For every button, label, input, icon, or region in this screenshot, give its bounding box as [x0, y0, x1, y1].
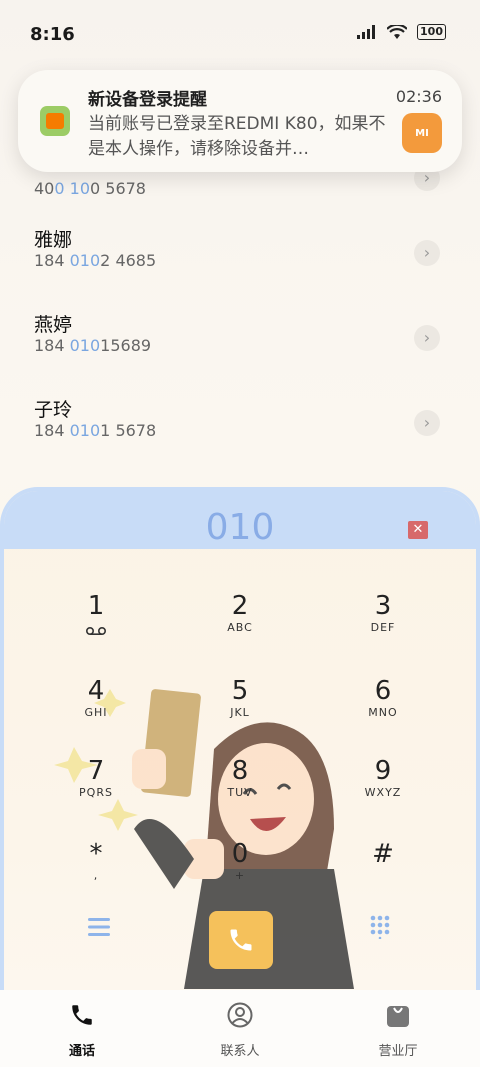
- call-button[interactable]: [209, 911, 273, 969]
- key-5[interactable]: 5 JKL: [180, 676, 300, 746]
- tab-label: 营业厅: [378, 1044, 418, 1059]
- key-1[interactable]: 1: [36, 591, 156, 661]
- chevron-right-icon[interactable]: ›: [414, 410, 440, 436]
- status-bar: 8:16 100: [0, 0, 480, 66]
- chevron-right-icon[interactable]: ›: [414, 240, 440, 266]
- key-4[interactable]: 4 GHI: [36, 676, 156, 746]
- contact-number: 400 100 5678: [34, 179, 146, 198]
- contact-row[interactable]: 雅娜 184 0102 4685 ›: [0, 215, 480, 300]
- key-9[interactable]: 9 WXYZ: [323, 756, 443, 826]
- key-7[interactable]: 7 PQRS: [36, 756, 156, 826]
- wifi-icon: [387, 24, 408, 39]
- contacts-icon: [227, 1002, 253, 1028]
- key-3[interactable]: 3 DEF: [323, 591, 443, 661]
- tab-contacts[interactable]: 联系人: [190, 1002, 290, 1059]
- contact-name: 子玲: [34, 399, 73, 421]
- key-0[interactable]: 0 +: [180, 839, 300, 909]
- dial-input[interactable]: 010: [4, 507, 476, 548]
- tab-label: 通话: [68, 1044, 95, 1059]
- contact-number: 184 0102 4685: [34, 251, 157, 270]
- store-icon: [387, 1006, 409, 1027]
- voicemail-icon: [85, 626, 107, 636]
- contact-name: 雅娜: [34, 229, 73, 251]
- delete-icon[interactable]: ✕: [408, 521, 428, 539]
- notification-body: 当前账号已登录至REDMI K80，如果不是本人操作，请移除设备并…: [88, 114, 386, 159]
- notification-time: 02:36: [395, 87, 442, 106]
- contact-list: 400 100 5678 › 雅娜 184 0102 4685 › 燕婷 184…: [0, 165, 480, 470]
- dialpad: 010 ✕ 1 2 ABC 3 DEF 4 GHI 5 JKL 6 MNO 7 …: [0, 487, 480, 990]
- key-star[interactable]: * ,: [36, 839, 156, 909]
- phone-icon: [72, 1005, 92, 1025]
- signal-icon: [357, 25, 376, 39]
- key-2[interactable]: 2 ABC: [180, 591, 300, 661]
- phone-icon: [230, 929, 252, 951]
- contact-number: 184 01015689: [34, 336, 152, 355]
- contact-row[interactable]: 400 100 5678 ›: [0, 165, 480, 215]
- notification-banner[interactable]: 新设备登录提醒 当前账号已登录至REDMI K80，如果不是本人操作，请移除设备…: [18, 70, 462, 172]
- key-6[interactable]: 6 MNO: [323, 676, 443, 746]
- bottom-nav: 通话 联系人 营业厅: [0, 990, 480, 1067]
- key-8[interactable]: 8 TUV: [180, 756, 300, 826]
- contact-row[interactable]: 子玲 184 0101 5678 ›: [0, 385, 480, 470]
- keypad-icon[interactable]: [370, 915, 390, 939]
- tab-calls[interactable]: 通话: [32, 1002, 132, 1059]
- key-hash[interactable]: #: [323, 839, 443, 909]
- status-time: 8:16: [30, 24, 75, 45]
- chevron-right-icon[interactable]: ›: [414, 325, 440, 351]
- tab-label: 联系人: [220, 1044, 260, 1059]
- battery-indicator: 100: [417, 24, 446, 40]
- status-icons: 100: [357, 24, 446, 40]
- menu-icon[interactable]: [88, 918, 110, 936]
- tab-store[interactable]: 营业厅: [348, 1002, 448, 1059]
- contact-number: 184 0101 5678: [34, 421, 157, 440]
- contact-row[interactable]: 燕婷 184 01015689 ›: [0, 300, 480, 385]
- contact-name: 燕婷: [34, 314, 73, 336]
- app-icon: [40, 106, 70, 136]
- notification-title: 新设备登录提醒: [88, 90, 207, 110]
- mi-logo-icon: MI: [402, 113, 442, 153]
